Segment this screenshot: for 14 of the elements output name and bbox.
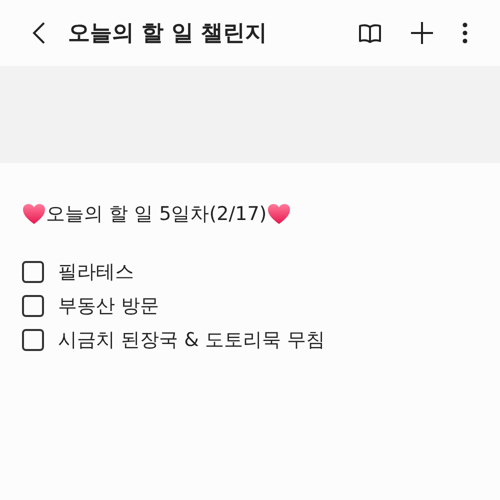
back-icon[interactable] [32, 21, 46, 45]
heart-icon [22, 203, 46, 225]
more-icon[interactable] [462, 22, 468, 44]
book-icon[interactable] [358, 23, 382, 43]
checklist-item-text: 필라테스 [58, 260, 134, 285]
note-heading: 오늘의 할 일 5일차(2/17) [46, 202, 267, 227]
checkbox[interactable] [22, 295, 44, 317]
checkbox[interactable] [22, 261, 44, 283]
add-icon[interactable] [410, 21, 434, 45]
checkbox[interactable] [22, 329, 44, 351]
checklist-item-text: 시금치 된장국 & 도토리묵 무침 [58, 328, 325, 353]
window-title: 오늘의 할 일 챌린지 [68, 20, 267, 48]
checklist-item-text: 부동산 방문 [58, 294, 160, 319]
heart-icon [266, 203, 291, 225]
